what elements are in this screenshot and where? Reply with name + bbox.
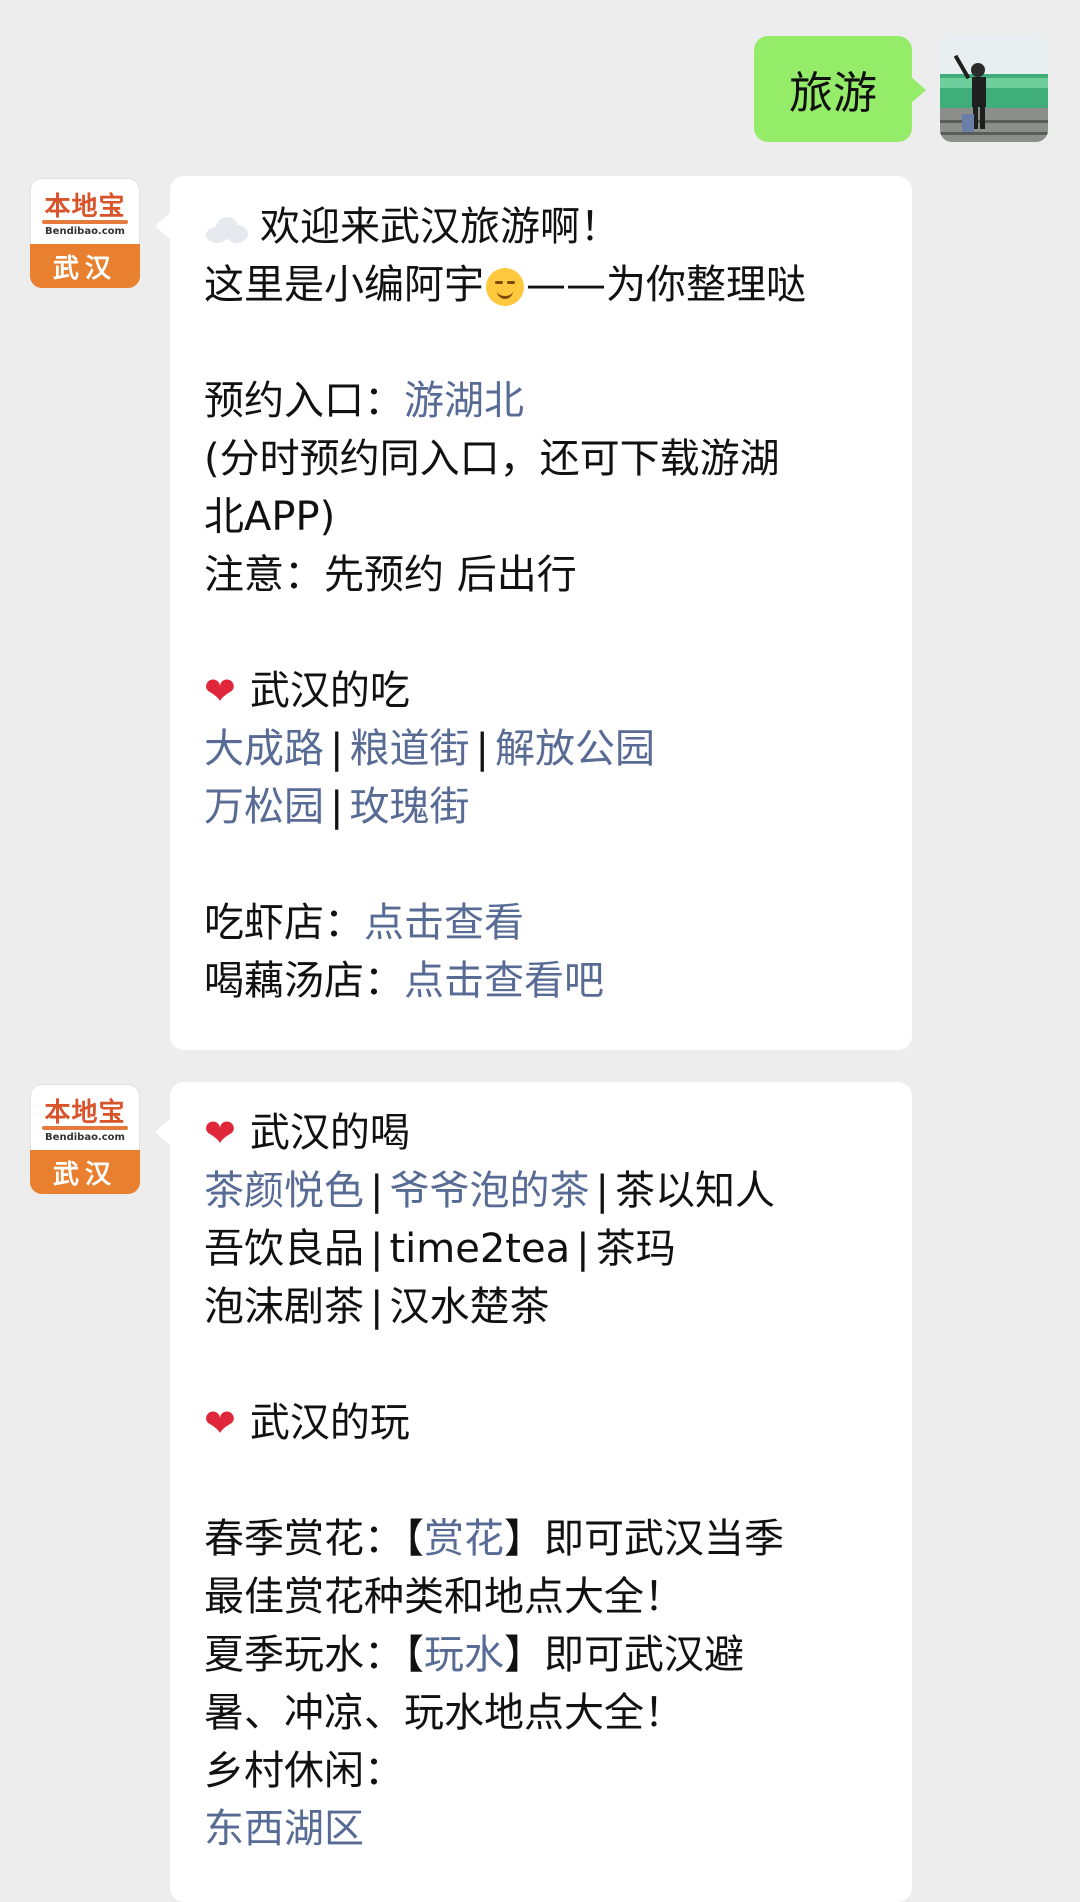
incoming-bubble-tail: [155, 212, 171, 240]
logo-domain: Bendibao.com: [45, 226, 125, 237]
text-chama: 茶玛: [595, 1226, 676, 1272]
welcome-line: 欢迎来武汉旅游啊！: [204, 198, 892, 256]
shrimp-label: 吃虾店：: [204, 900, 364, 946]
drink-row-2: 吾饮良品 | time2tea | 茶玛: [204, 1226, 676, 1272]
logo-swoosh: [42, 1126, 128, 1130]
welcome-text: 欢迎来武汉旅游啊！: [260, 204, 620, 250]
shrimp-link[interactable]: 点击查看: [364, 900, 524, 946]
eat-links-row-1: 大成路 | 粮道街 | 解放公园: [204, 726, 655, 772]
bracket-close: 】: [504, 1516, 544, 1562]
link-chayanyuese[interactable]: 茶颜悦色: [204, 1168, 364, 1214]
booking-line: 预约入口：游湖北: [204, 372, 892, 430]
logo-swoosh: [42, 220, 128, 224]
logo-city: 武汉: [30, 244, 140, 288]
booking-note-line-2: 北APP): [204, 494, 336, 540]
rural-label: 乡村休闲：: [204, 1748, 404, 1794]
heart-icon: ❤: [204, 1401, 236, 1445]
smiling-face-icon: [486, 268, 524, 306]
soup-line: 喝藕汤店：点击查看吧: [204, 952, 892, 1010]
drink-row-3: 泡沫剧茶 | 汉水楚茶: [204, 1284, 550, 1330]
summer-line: 夏季玩水：【玩水】即可武汉避: [204, 1626, 892, 1684]
text-paomojucha: 泡沫剧茶: [204, 1284, 364, 1330]
link-jiefang-park[interactable]: 解放公园: [495, 726, 655, 772]
outgoing-message-bubble[interactable]: 旅游: [754, 36, 912, 142]
link-yeyepaodecha[interactable]: 爷爷泡的茶: [389, 1168, 589, 1214]
summer-label: 夏季玩水：: [204, 1632, 404, 1678]
outgoing-message-text: 旅游: [789, 68, 877, 119]
drink-title: 武汉的喝: [249, 1110, 410, 1156]
bendibao-avatar[interactable]: 本地宝 Bendibao.com 武汉: [30, 1084, 140, 1194]
booking-note-line-1: (分时预约同入口，还可下载游湖: [204, 436, 780, 482]
summer-rest: 即可武汉避: [544, 1632, 744, 1678]
bendibao-avatar[interactable]: 本地宝 Bendibao.com 武汉: [30, 178, 140, 288]
play-heading: ❤ 武汉的玩: [204, 1394, 892, 1452]
play-title: 武汉的玩: [249, 1400, 410, 1446]
text-wuyinliangpin: 吾饮良品: [204, 1226, 364, 1272]
text-hanshuichucha: 汉水楚茶: [389, 1284, 550, 1330]
bendibao-logo-text: 本地宝: [44, 1098, 126, 1128]
notice-line: 注意：先预约 后出行: [204, 552, 577, 598]
shrimp-line: 吃虾店：点击查看: [204, 894, 892, 952]
link-meiguijie[interactable]: 玫瑰街: [349, 784, 469, 830]
link-liangdaojie[interactable]: 粮道街: [349, 726, 469, 772]
booking-link[interactable]: 游湖北: [404, 378, 524, 424]
user-avatar[interactable]: [940, 34, 1048, 142]
heart-icon: ❤: [204, 669, 236, 713]
eat-title: 武汉的吃: [249, 668, 410, 714]
text-time2tea: time2tea: [389, 1226, 571, 1272]
eat-links-row-2: 万松园 | 玫瑰街: [204, 784, 470, 830]
bracket-close: 】: [504, 1632, 544, 1678]
incoming-bubble-tail: [155, 1118, 171, 1146]
link-dachenglu[interactable]: 大成路: [204, 726, 324, 772]
logo-city: 武汉: [30, 1150, 140, 1194]
incoming-message-bubble-2: ❤ 武汉的喝 茶颜悦色 | 爷爷泡的茶 | 茶以知人 吾饮良品 | time2tea | 茶玛 泡…: [170, 1082, 912, 1902]
spring-line: 春季赏花：【赏花】即可武汉当季: [204, 1510, 892, 1568]
booking-label: 预约入口：: [204, 378, 404, 424]
spring-link[interactable]: 赏花: [424, 1516, 504, 1562]
intro-line: 这里是小编阿宇 ——为你整理哒: [204, 256, 892, 314]
intro-text: 这里是小编阿宇: [204, 262, 484, 308]
spring-line-2: 最佳赏花种类和地点大全！: [204, 1574, 684, 1620]
rural-line: 东西湖区: [204, 1800, 892, 1858]
incoming-message-bubble-1: 欢迎来武汉旅游啊！ 这里是小编阿宇 ——为你整理哒 预约入口：游湖北 (分时预约同…: [170, 176, 912, 1050]
spring-rest: 即可武汉当季: [544, 1516, 784, 1562]
intro-text-end: ——为你整理哒: [526, 262, 806, 308]
spring-label: 春季赏花：: [204, 1516, 404, 1562]
logo-domain: Bendibao.com: [45, 1132, 125, 1143]
heart-icon: ❤: [204, 1111, 236, 1155]
rural-link[interactable]: 东西湖区: [204, 1806, 364, 1852]
bracket-open: 【: [404, 1516, 424, 1562]
cloud-icon: [204, 215, 248, 243]
soup-label: 喝藕汤店：: [204, 958, 404, 1004]
bendibao-logo-text: 本地宝: [44, 192, 126, 222]
bracket-open: 【: [404, 1632, 424, 1678]
drink-row-1: 茶颜悦色 | 爷爷泡的茶 | 茶以知人: [204, 1168, 775, 1214]
eat-heading: ❤ 武汉的吃: [204, 662, 892, 720]
drink-heading: ❤ 武汉的喝: [204, 1104, 892, 1162]
soup-link[interactable]: 点击查看吧: [404, 958, 604, 1004]
outgoing-bubble-tail: [910, 76, 926, 104]
text-chayizhiren: 茶以知人: [614, 1168, 775, 1214]
user-avatar-photo: [940, 34, 1048, 142]
summer-line-2: 暑、冲凉、玩水地点大全！: [204, 1690, 684, 1736]
summer-link[interactable]: 玩水: [424, 1632, 504, 1678]
link-wansongyuan[interactable]: 万松园: [204, 784, 324, 830]
